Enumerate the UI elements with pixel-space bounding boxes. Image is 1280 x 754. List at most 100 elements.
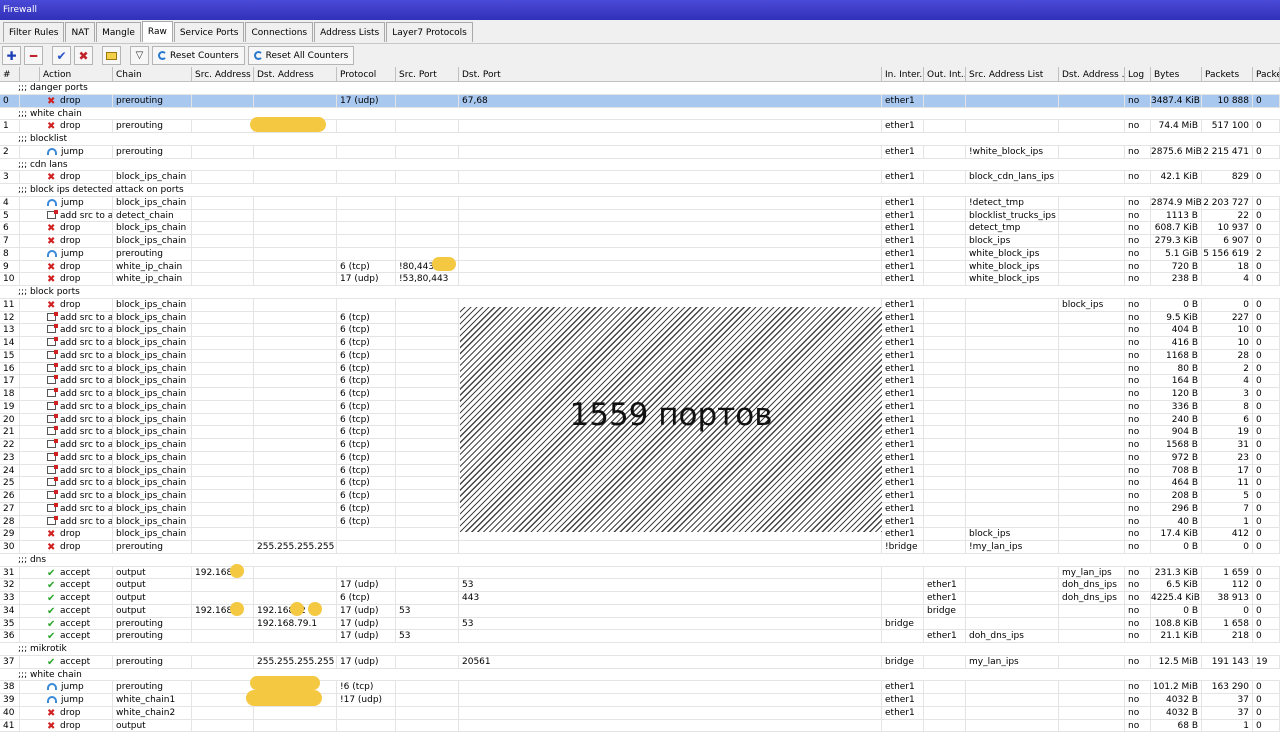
cell-chain: block_ips_chain [113, 388, 192, 400]
cell-chain: prerouting [113, 541, 192, 553]
tab-nat[interactable]: NAT [65, 22, 96, 42]
reset-counters-button[interactable]: Reset Counters [152, 46, 245, 65]
cell-action: add src to a... [40, 477, 113, 490]
table-row[interactable]: 2 jump prerouting ether1 !white_block_ips no 2… [0, 145, 1280, 159]
cell-log: no [1125, 604, 1151, 617]
remove-icon[interactable]: ━ [24, 46, 43, 65]
cell-bytes: 720 B [1151, 260, 1202, 273]
table-row[interactable]: 0 ✖ drop prerouting 17 (udp) 67,68 ether1 no 348… [0, 94, 1280, 108]
cell-in: ether1 [882, 426, 924, 439]
table-row[interactable]: 38 jump prerouting !6 (tcp) ether1 no 101.2 Mi… [0, 681, 1280, 694]
cell-packets: 517 100 [1202, 120, 1253, 133]
comment-row[interactable]: ;;; white chain [0, 107, 1280, 121]
tab-address-lists[interactable]: Address Lists [314, 22, 386, 42]
action-label: accept [60, 631, 91, 642]
column-header[interactable]: Dst. Port [459, 67, 882, 82]
tab-connections[interactable]: Connections [245, 22, 314, 42]
table-row[interactable]: 36 ✔ accept prerouting 17 (udp) 53 ether1 doh_d… [0, 630, 1280, 643]
tab-layer7-protocols[interactable]: Layer7 Protocols [386, 22, 473, 42]
column-header[interactable]: In. Inter... [882, 67, 924, 82]
column-header[interactable]: Packets [1202, 67, 1253, 82]
cell-proto: 6 (tcp) [337, 477, 396, 490]
cell-dst [254, 145, 337, 158]
table-row[interactable]: 1 ✖ drop prerouting ether1 no 74.4 MiB 517 100 0 [0, 120, 1280, 133]
cell-dstlist [1059, 630, 1125, 643]
comment-row[interactable]: ;;; dns [0, 553, 1280, 567]
cell-dst [254, 528, 337, 541]
cell-in: ether1 [882, 324, 924, 337]
tab-service-ports[interactable]: Service Ports [173, 22, 245, 42]
tab-raw[interactable]: Raw [141, 21, 173, 42]
cell-chain: block_ips_chain [113, 349, 192, 362]
table-row[interactable]: 10 ✖ drop white_ip_chain 17 (udp) !53,80,443 e… [0, 273, 1280, 286]
table-row[interactable]: 6 ✖ drop block_ips_chain ether1 detect_tmp no 6… [0, 222, 1280, 235]
cell-dport [459, 171, 882, 184]
tab-mangle[interactable]: Mangle [96, 22, 141, 42]
column-header[interactable]: Action [40, 67, 113, 82]
cell-log: no [1125, 655, 1151, 668]
filter-icon[interactable]: ▽ [130, 46, 149, 65]
add-to-list-icon [47, 375, 58, 385]
cell-srclist [966, 349, 1059, 362]
reset-all-counters-button[interactable]: Reset All Counters [247, 46, 355, 65]
table-row[interactable]: 37 ✔ accept prerouting 255.255.255.255 17 (ud… [0, 655, 1280, 669]
column-header[interactable]: Bytes [1151, 67, 1202, 82]
cell-srclist [966, 362, 1059, 375]
cell-dst [254, 349, 337, 362]
table-row[interactable]: 31 ✔ accept output 192.168. 1 my_lan_ips no 231… [0, 566, 1280, 580]
table-row[interactable]: 3 ✖ drop block_ips_chain ether1 block_cdn_lan… [0, 171, 1280, 184]
table-row[interactable]: 9 ✖ drop white_ip_chain 6 (tcp) !80,443, ether… [0, 260, 1280, 274]
comment-row[interactable]: ;;; danger ports [0, 82, 1280, 95]
column-header[interactable]: Out. Int... [924, 67, 966, 82]
cell-in [882, 604, 924, 617]
cell-n: 9 [0, 260, 20, 273]
table-row[interactable]: 41 ✖ drop output no 68 B10 [0, 719, 1280, 733]
table-row[interactable]: 39 jump white_chain1 !17 (udp) ether1 no 4032 … [0, 694, 1280, 707]
comment-icon[interactable] [102, 46, 121, 65]
cell-chain: block_ips_chain [113, 298, 192, 311]
comment-row[interactable]: ;;; blocklist [0, 133, 1280, 146]
cell-srclist: white_block_ips [966, 247, 1059, 260]
add-to-list-icon [47, 349, 58, 359]
table-row[interactable]: 5 add src to a...detect_chain ether1 blockl… [0, 209, 1280, 223]
column-header[interactable]: Packe [1253, 67, 1280, 82]
comment-row[interactable]: ;;; white chain [0, 668, 1280, 682]
column-header[interactable]: Chain [113, 67, 192, 82]
table-row[interactable]: 30 ✖ drop prerouting 255.255.255.255 !bridge!… [0, 541, 1280, 554]
table-row[interactable]: 40 ✖ drop white_chain2 ether1 no 4032 B 37 0 [0, 706, 1280, 720]
cell-out [924, 298, 966, 311]
column-header[interactable]: Src. Address [192, 67, 254, 82]
column-header[interactable]: Log [1125, 67, 1151, 82]
cell-proto: 17 (udp) [337, 655, 396, 668]
action-label: drop [60, 95, 81, 106]
tab-filter-rules[interactable]: Filter Rules [3, 22, 65, 42]
column-header[interactable]: Src. Port [396, 67, 459, 82]
table-row[interactable]: 32 ✔ accept output 17 (udp) 53 ether1 doh_dns_i… [0, 579, 1280, 592]
cell-out [924, 273, 966, 286]
cell-n: 33 [0, 592, 20, 604]
column-header[interactable]: # [0, 67, 20, 82]
column-header[interactable]: Dst. Address ... [1059, 67, 1125, 82]
disable-icon[interactable]: ✖ [74, 46, 93, 65]
column-header[interactable]: Src. Address List [966, 67, 1059, 82]
table-row[interactable]: 34 ✔ accept output 192.168. 1 192.168. 2 17 (u… [0, 604, 1280, 618]
column-header[interactable]: Protocol [337, 67, 396, 82]
cell-dstlist [1059, 706, 1125, 719]
table-row[interactable]: 35 ✔ accept prerouting 192.168.79.1 17 (udp) 5… [0, 617, 1280, 631]
cell-in: ether1 [882, 235, 924, 247]
comment-row[interactable]: ;;; cdn lans [0, 158, 1280, 172]
add-icon[interactable]: ✚ [2, 46, 21, 65]
table-row[interactable]: 8 jump prerouting ether1 white_block_ips no 5.… [0, 247, 1280, 261]
drop-icon: ✖ [47, 542, 56, 553]
cell-out [924, 566, 966, 579]
cell-pr: 0 [1253, 171, 1280, 184]
enable-icon[interactable]: ✔ [52, 46, 71, 65]
comment-row[interactable]: ;;; block ports [0, 286, 1280, 299]
comment-row[interactable]: ;;; block ips detected attack on ports [0, 184, 1280, 197]
comment-row[interactable]: ;;; mikrotik [0, 643, 1280, 656]
table-row[interactable]: 7 ✖ drop block_ips_chain ether1 block_ips no 27… [0, 235, 1280, 248]
column-header[interactable]: Dst. Address [254, 67, 337, 82]
table-row[interactable]: 33 ✔ accept output 6 (tcp) 443 ether1 doh_dns_i… [0, 592, 1280, 605]
table-row[interactable]: 4 jump block_ips_chain ether1 !detect_tmp no 2… [0, 196, 1280, 210]
cell-action: add src to a... [40, 490, 113, 502]
